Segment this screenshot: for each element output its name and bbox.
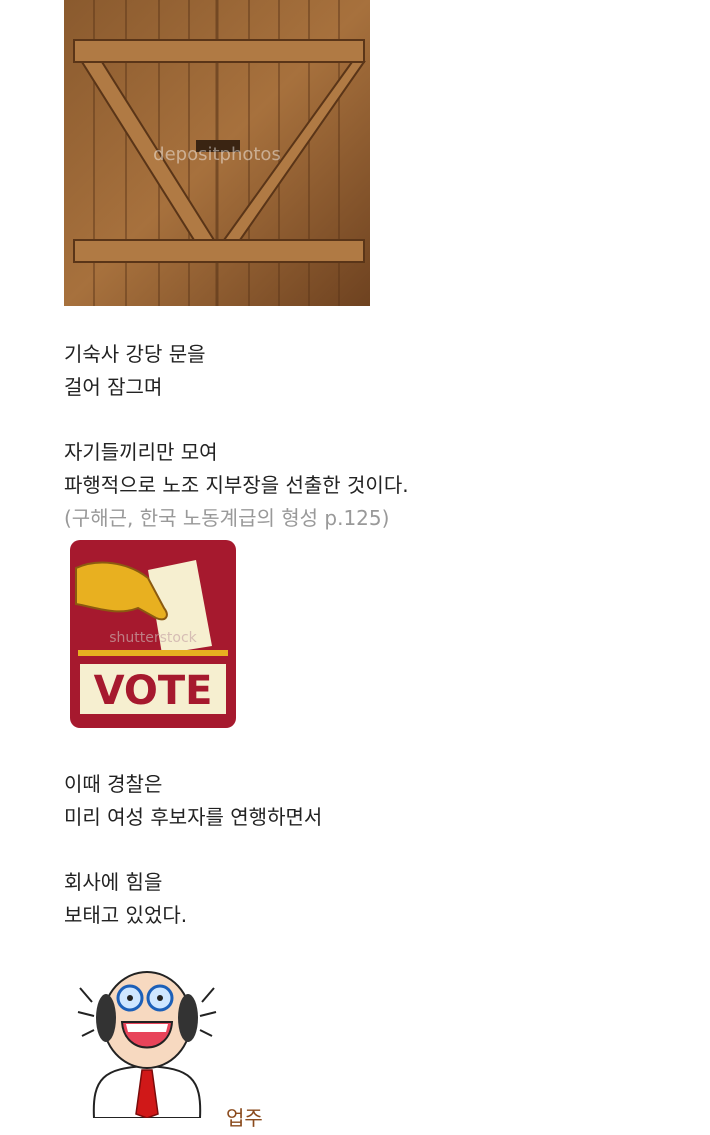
citation: (구해근, 한국 노동계급의 형성 p.125) [64,506,390,530]
wooden-door-image: depositphotos [64,0,370,306]
boss-caption: 업주 [226,1106,263,1130]
vote-image: shutterstock VOTE [70,540,236,728]
paragraph-4-line-1: 회사에 힘을 [64,870,163,894]
vote-label: VOTE [94,668,213,714]
vote-watermark: shutterstock [109,630,197,646]
door-watermark: depositphotos [153,144,281,165]
paragraph-2-line-2: 파행적으로 노조 지부장을 선출한 것이다. [64,473,409,497]
paragraph-4: 회사에 힘을 보태고 있었다. [64,866,187,932]
paragraph-2-line-1: 자기들끼리만 모여 [64,440,218,464]
boss-cartoon-image [77,971,217,1118]
paragraph-4-line-2: 보태고 있었다. [64,903,188,927]
paragraph-2: 자기들끼리만 모여 파행적으로 노조 지부장을 선출한 것이다. [64,436,409,502]
paragraph-3: 이때 경찰은 미리 여성 후보자를 연행하면서 [64,768,322,834]
paragraph-3-line-1: 이때 경찰은 [64,772,163,796]
paragraph-3-line-2: 미리 여성 후보자를 연행하면서 [64,805,323,829]
paragraph-1-line-1: 기숙사 강당 문을 [64,342,206,366]
paragraph-1: 기숙사 강당 문을 걸어 잠그며 [64,338,206,404]
paragraph-1-line-2: 걸어 잠그며 [64,375,163,399]
